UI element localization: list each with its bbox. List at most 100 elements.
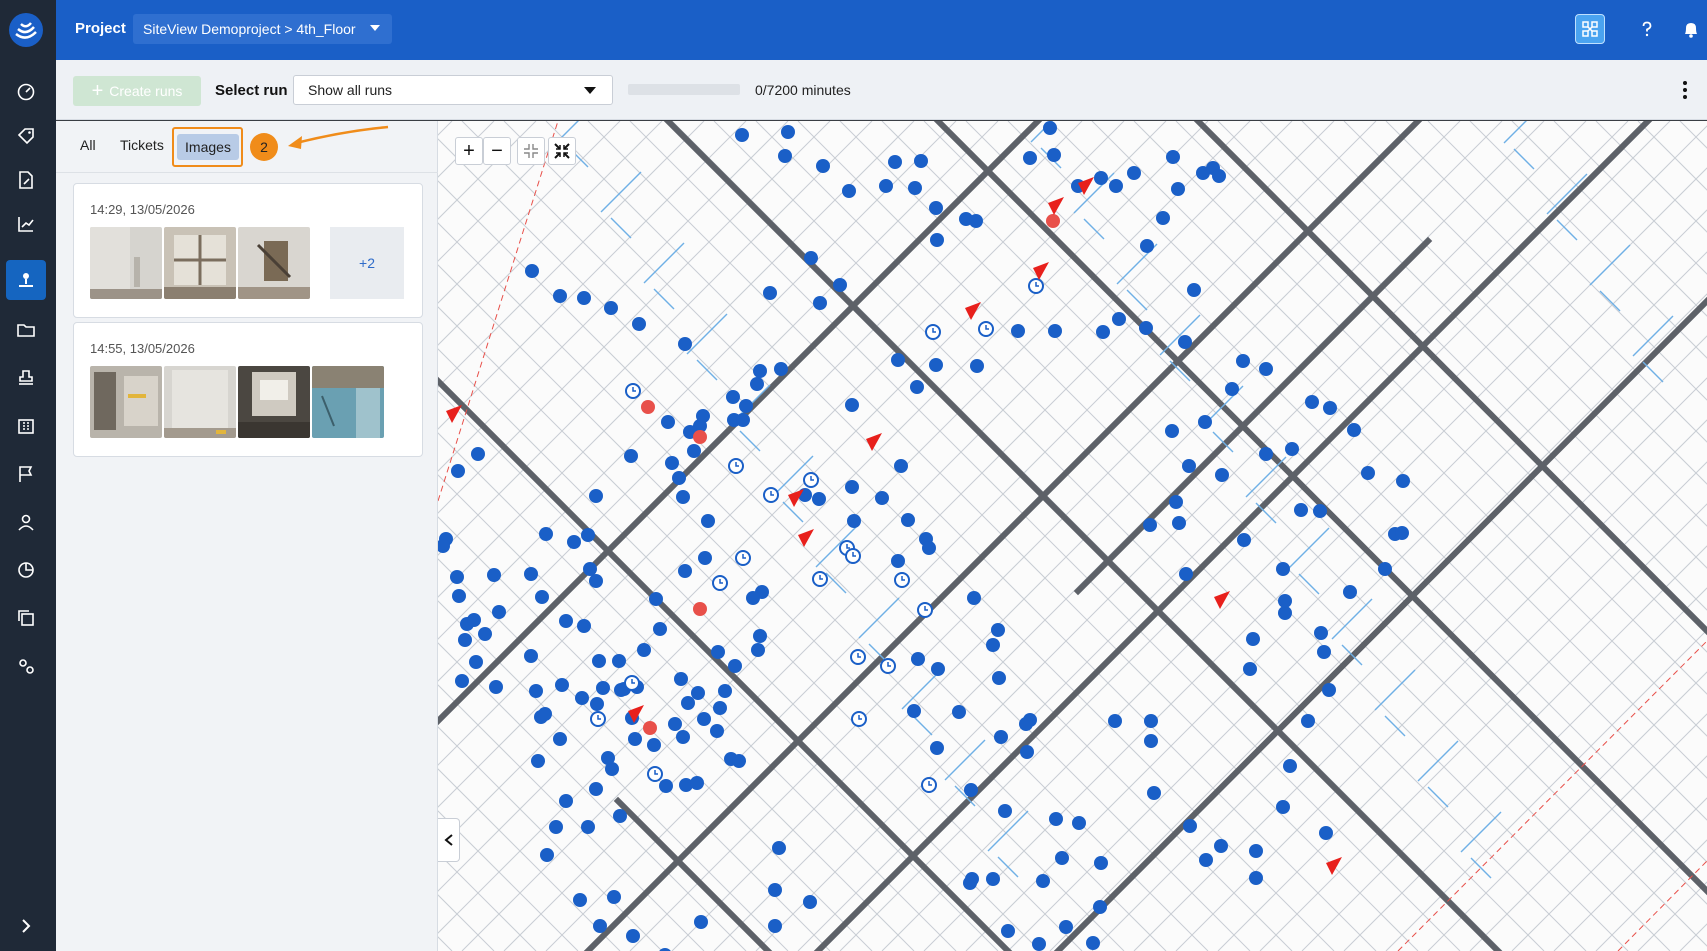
location-pin[interactable]: [1036, 874, 1050, 888]
location-pin[interactable]: [478, 627, 492, 641]
location-pin[interactable]: [1156, 211, 1170, 225]
location-pin[interactable]: [1147, 786, 1161, 800]
location-pin[interactable]: [718, 684, 732, 698]
timed-capture-pin[interactable]: [812, 571, 828, 587]
location-pin[interactable]: [1276, 562, 1290, 576]
location-pin[interactable]: [1259, 362, 1273, 376]
notifications-button[interactable]: [1676, 14, 1706, 44]
timed-capture-pin[interactable]: [763, 487, 779, 503]
timed-capture-pin[interactable]: [625, 383, 641, 399]
stamp-icon[interactable]: [6, 358, 46, 398]
timed-capture-pin[interactable]: [712, 575, 728, 591]
location-pin[interactable]: [751, 643, 765, 657]
location-pin[interactable]: [1172, 516, 1186, 530]
location-pin[interactable]: [804, 251, 818, 265]
location-pin[interactable]: [1305, 395, 1319, 409]
location-pin[interactable]: [1278, 594, 1292, 608]
location-pin[interactable]: [592, 654, 606, 668]
location-pin[interactable]: [452, 589, 466, 603]
location-pin[interactable]: [891, 554, 905, 568]
location-pin[interactable]: [964, 783, 978, 797]
location-pin[interactable]: [845, 398, 859, 412]
location-pin[interactable]: [555, 678, 569, 692]
location-pin[interactable]: [774, 362, 788, 376]
location-pin[interactable]: [833, 278, 847, 292]
location-pin[interactable]: [891, 353, 905, 367]
location-pin[interactable]: [612, 654, 626, 668]
location-pin[interactable]: [538, 707, 552, 721]
ticket-pin[interactable]: [641, 400, 655, 414]
location-pin[interactable]: [772, 841, 786, 855]
ticket-pin[interactable]: [693, 602, 707, 616]
location-pin[interactable]: [624, 449, 638, 463]
location-pin[interactable]: [750, 377, 764, 391]
location-pin[interactable]: [901, 513, 915, 527]
location-pin[interactable]: [1395, 526, 1409, 540]
tag-icon[interactable]: [6, 116, 46, 156]
location-pin[interactable]: [1072, 816, 1086, 830]
location-pin[interactable]: [489, 680, 503, 694]
location-pin[interactable]: [691, 686, 705, 700]
location-pin[interactable]: [1020, 745, 1034, 759]
location-pin[interactable]: [1144, 714, 1158, 728]
location-pin[interactable]: [907, 704, 921, 718]
location-pin[interactable]: [888, 155, 902, 169]
location-pin[interactable]: [1127, 166, 1141, 180]
timed-capture-pin[interactable]: [921, 777, 937, 793]
timed-capture-pin[interactable]: [728, 458, 744, 474]
location-pin[interactable]: [1183, 819, 1197, 833]
location-pin[interactable]: [753, 364, 767, 378]
location-pin[interactable]: [1166, 150, 1180, 164]
location-pin[interactable]: [553, 289, 567, 303]
location-pin[interactable]: [710, 724, 724, 738]
timed-capture-pin[interactable]: [894, 572, 910, 588]
map-pin-icon[interactable]: [6, 260, 46, 300]
location-pin[interactable]: [593, 919, 607, 933]
location-pin[interactable]: [668, 717, 682, 731]
location-pin[interactable]: [596, 681, 610, 695]
floor-plan-map[interactable]: + −: [438, 121, 1707, 951]
location-pin[interactable]: [931, 662, 945, 676]
location-pin[interactable]: [559, 794, 573, 808]
location-pin[interactable]: [1343, 585, 1357, 599]
location-pin[interactable]: [1237, 533, 1251, 547]
location-pin[interactable]: [847, 514, 861, 528]
location-pin[interactable]: [965, 872, 979, 886]
location-pin[interactable]: [1047, 148, 1061, 162]
location-pin[interactable]: [1301, 714, 1315, 728]
location-pin[interactable]: [492, 605, 506, 619]
location-pin[interactable]: [768, 919, 782, 933]
location-pin[interactable]: [1139, 321, 1153, 335]
chart-icon[interactable]: [6, 204, 46, 244]
timed-capture-pin[interactable]: [647, 766, 663, 782]
location-pin[interactable]: [674, 672, 688, 686]
location-pin[interactable]: [681, 696, 695, 710]
timed-capture-pin[interactable]: [624, 675, 640, 691]
location-pin[interactable]: [632, 317, 646, 331]
location-pin[interactable]: [1143, 518, 1157, 532]
location-pin[interactable]: [1225, 382, 1239, 396]
building-icon[interactable]: [6, 406, 46, 446]
location-pin[interactable]: [1236, 354, 1250, 368]
location-pin[interactable]: [735, 128, 749, 142]
ticket-pin[interactable]: [693, 430, 707, 444]
location-pin[interactable]: [690, 776, 704, 790]
location-pin[interactable]: [1347, 423, 1361, 437]
location-pin[interactable]: [450, 570, 464, 584]
location-pin[interactable]: [1108, 714, 1122, 728]
image-group-card[interactable]: 14:55, 13/05/2026: [73, 322, 423, 457]
tab-images[interactable]: Images: [177, 134, 239, 160]
location-pin[interactable]: [1182, 459, 1196, 473]
location-pin[interactable]: [1144, 734, 1158, 748]
location-pin[interactable]: [910, 380, 924, 394]
timed-capture-pin[interactable]: [978, 321, 994, 337]
location-pin[interactable]: [1169, 495, 1183, 509]
location-pin[interactable]: [573, 893, 587, 907]
location-pin[interactable]: [998, 804, 1012, 818]
location-pin[interactable]: [1276, 800, 1290, 814]
location-pin[interactable]: [676, 730, 690, 744]
folder-icon[interactable]: [6, 310, 46, 350]
pie-chart-icon[interactable]: [6, 550, 46, 590]
timed-capture-pin[interactable]: [590, 711, 606, 727]
location-pin[interactable]: [986, 872, 1000, 886]
